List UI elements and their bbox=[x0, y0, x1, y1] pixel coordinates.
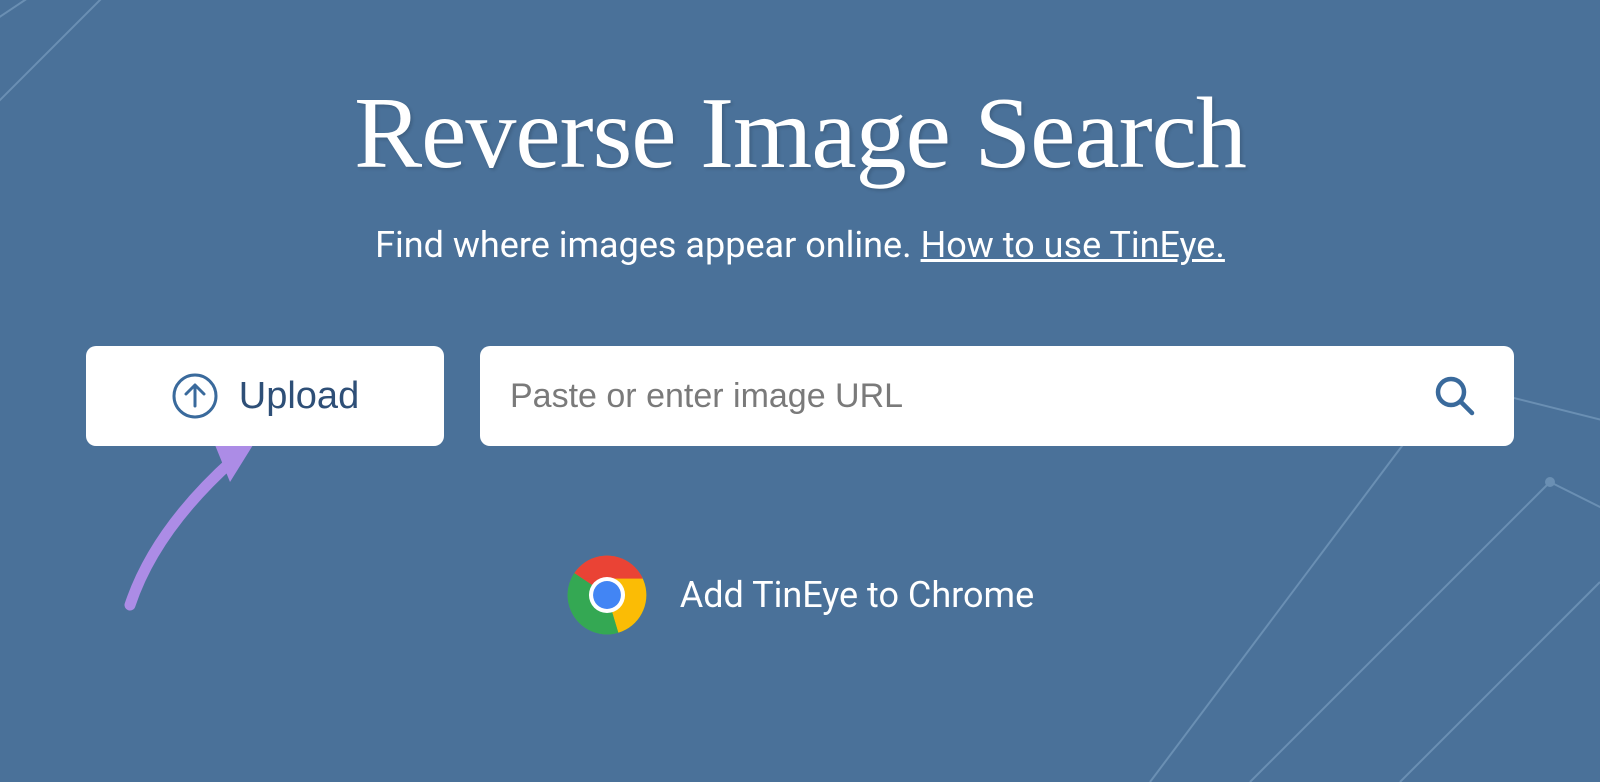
search-row: Upload bbox=[86, 346, 1514, 446]
search-icon bbox=[1434, 375, 1476, 417]
page-title: Reverse Image Search bbox=[354, 75, 1246, 192]
chrome-icon bbox=[566, 554, 648, 636]
upload-arrow-icon bbox=[171, 372, 219, 420]
upload-button[interactable]: Upload bbox=[86, 346, 444, 446]
upload-label: Upload bbox=[239, 375, 359, 418]
chrome-label: Add TinEye to Chrome bbox=[680, 574, 1034, 616]
add-to-chrome-link[interactable]: Add TinEye to Chrome bbox=[566, 554, 1034, 636]
subtitle: Find where images appear online. How to … bbox=[375, 224, 1225, 266]
subtitle-text: Find where images appear online. bbox=[375, 224, 920, 266]
how-to-link[interactable]: How to use TinEye. bbox=[921, 224, 1225, 266]
search-box bbox=[480, 346, 1514, 446]
search-button[interactable] bbox=[1426, 367, 1484, 425]
image-url-input[interactable] bbox=[510, 377, 1426, 416]
